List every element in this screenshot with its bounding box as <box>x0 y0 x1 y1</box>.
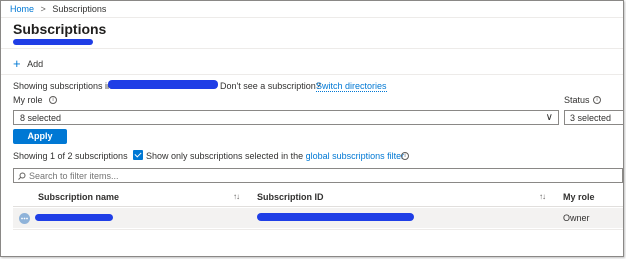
page-title: Subscriptions <box>13 21 107 37</box>
apply-button[interactable]: Apply <box>13 129 67 144</box>
dont-see-subscription-text: Don't see a subscription? <box>220 81 321 91</box>
search-input[interactable] <box>29 170 609 181</box>
breadcrumb-divider <box>1 17 623 18</box>
subscription-id-redaction <box>257 213 414 221</box>
add-button[interactable]: + Add <box>13 55 44 71</box>
global-filter-info-icon: i <box>401 152 409 160</box>
breadcrumb-separator: > <box>40 4 46 14</box>
breadcrumb: Home > Subscriptions <box>10 4 106 14</box>
switch-directories-link[interactable]: Switch directories <box>316 81 387 92</box>
table-header-divider <box>13 206 623 207</box>
subscription-key-icon <box>19 213 30 224</box>
search-icon <box>18 172 26 180</box>
chevron-down-icon: ∨ <box>545 112 553 123</box>
my-role-info-icon: i <box>49 96 57 104</box>
toolbar-divider <box>1 74 623 75</box>
showing-subscriptions-prefix: Showing subscriptions in <box>13 81 113 91</box>
show-only-selected-label: Show only subscriptions selected in the … <box>146 151 404 161</box>
status-label: Status <box>564 95 590 105</box>
column-header-my-role[interactable]: My role <box>563 192 595 202</box>
column-header-subscription-name[interactable]: Subscription name <box>38 192 119 202</box>
status-info-icon: i <box>593 96 601 104</box>
my-role-cell: Owner <box>563 213 590 223</box>
title-redaction <box>13 39 93 45</box>
table-row[interactable]: Owner <box>13 208 623 228</box>
my-role-label: My role <box>13 95 43 105</box>
subscription-name-redaction[interactable] <box>35 214 113 221</box>
subscriptions-blade: Home > Subscriptions Subscriptions + Add… <box>0 0 624 257</box>
column-header-subscription-id[interactable]: Subscription ID <box>257 192 324 202</box>
status-selected-value: 3 selected <box>570 113 612 123</box>
breadcrumb-home-link[interactable]: Home <box>10 4 34 14</box>
add-label: Add <box>27 59 44 69</box>
status-dropdown[interactable]: 3 selected <box>564 110 623 125</box>
my-role-selected-value: 8 selected <box>20 113 62 123</box>
title-divider <box>1 48 623 49</box>
search-box[interactable] <box>13 168 623 183</box>
directory-name-redaction <box>108 80 218 89</box>
add-icon: + <box>13 56 21 71</box>
global-subscriptions-filter-link[interactable]: global subscriptions filter <box>306 151 405 161</box>
subscription-count-text: Showing 1 of 2 subscriptions <box>13 151 128 161</box>
table-row-divider <box>13 229 623 230</box>
show-only-selected-text: Show only subscriptions selected in the <box>146 151 304 161</box>
breadcrumb-current: Subscriptions <box>52 4 107 14</box>
show-only-selected-checkbox[interactable] <box>133 150 143 160</box>
my-role-dropdown[interactable]: 8 selected ∨ <box>13 110 559 125</box>
sort-subscription-name-icon[interactable]: ↑↓ <box>233 192 240 201</box>
sort-subscription-id-icon[interactable]: ↑↓ <box>539 192 546 201</box>
